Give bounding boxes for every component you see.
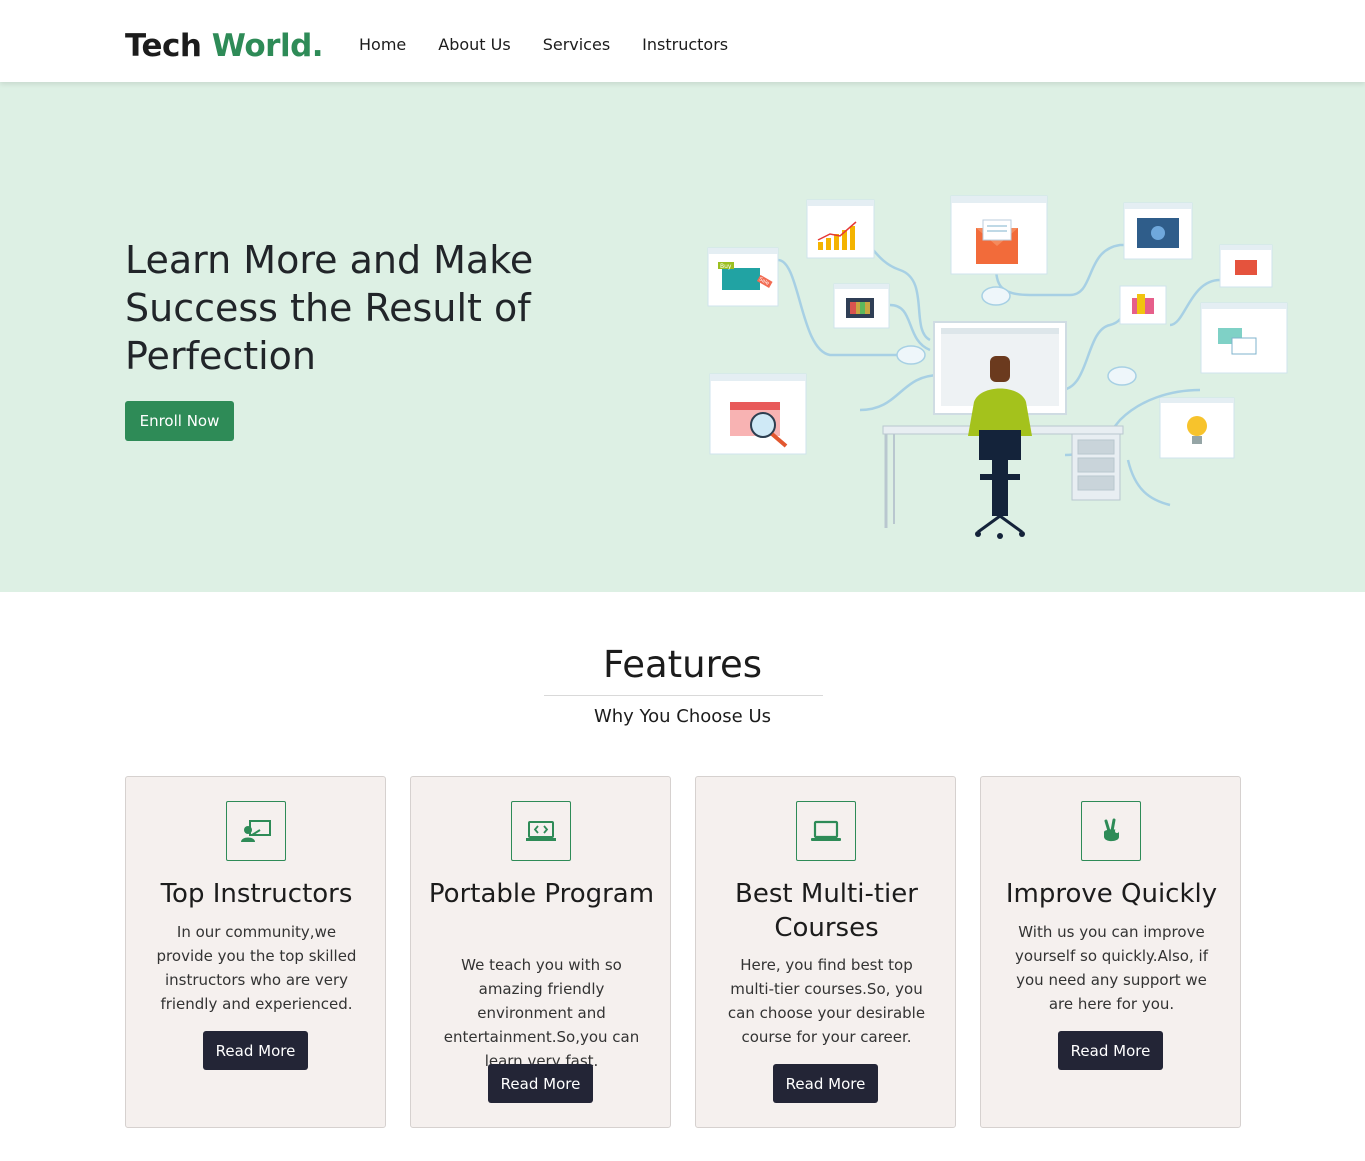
features-subtitle: Why You Choose Us: [593, 706, 772, 727]
nav-about-us[interactable]: About Us: [438, 34, 510, 56]
palette-panel: [1119, 285, 1167, 325]
nav-home[interactable]: Home: [359, 34, 406, 56]
features-title: Features: [602, 643, 763, 686]
search-panel: [709, 373, 807, 455]
bulb-panel: [1159, 397, 1235, 459]
enroll-now-button[interactable]: Enroll Now: [125, 401, 234, 441]
video-panel: [1123, 202, 1193, 260]
navbar: Tech World. Home About Us Services Instr…: [0, 0, 1365, 82]
read-more-button[interactable]: Read More: [203, 1031, 308, 1070]
chat-panel: [1200, 302, 1288, 374]
card-title: Improve Quickly: [1005, 879, 1218, 909]
feature-card-portable-program: Portable Program We teach you with so am…: [410, 776, 671, 1128]
read-more-button[interactable]: Read More: [488, 1064, 593, 1103]
envelope-panel: [950, 195, 1048, 275]
brand-logo[interactable]: Tech World.: [125, 27, 324, 65]
feature-card-top-instructors: Top Instructors In our community,we prov…: [125, 776, 386, 1128]
card-title: Best Multi-tier Courses: [735, 879, 918, 943]
read-more-button[interactable]: Read More: [773, 1064, 878, 1103]
card-text: We teach you with so amazing friendly en…: [443, 956, 640, 1070]
screen-panel: [1219, 244, 1273, 288]
code-laptop-icon: [511, 801, 571, 861]
card-text: In our community,we provide you the top …: [156, 923, 357, 1013]
hero-heading: Learn More and Make Success the Result o…: [125, 238, 534, 378]
tv-panel: [833, 283, 890, 329]
hero-illustration: Buy Sale: [707, 195, 1288, 539]
card-title: Portable Program: [428, 879, 655, 909]
presentation-icon: [226, 801, 286, 861]
brand-part-2: World.: [211, 28, 324, 64]
feature-card-improve-quickly: Improve Quickly With us you can improve …: [980, 776, 1241, 1128]
features-divider: [544, 695, 823, 696]
feature-card-multi-tier-courses: Best Multi-tier Courses Here, you find b…: [695, 776, 956, 1128]
card-text: Here, you find best top multi-tier cours…: [727, 956, 926, 1046]
basket-panel: Buy Sale: [707, 247, 779, 307]
nav-instructors[interactable]: Instructors: [642, 34, 728, 56]
chart-panel: [806, 199, 875, 259]
svg-text:Buy: Buy: [720, 263, 732, 270]
peace-hand-icon: [1081, 801, 1141, 861]
hero-section: Learn More and Make Success the Result o…: [0, 82, 1365, 592]
main-nav: Home About Us Services Instructors: [359, 34, 760, 56]
laptop-icon: [796, 801, 856, 861]
card-title: Top Instructors: [160, 879, 353, 909]
brand-part-1: Tech: [125, 28, 202, 64]
card-text: With us you can improve yourself so quic…: [1015, 923, 1208, 1013]
read-more-button[interactable]: Read More: [1058, 1031, 1163, 1070]
nav-services[interactable]: Services: [543, 34, 610, 56]
